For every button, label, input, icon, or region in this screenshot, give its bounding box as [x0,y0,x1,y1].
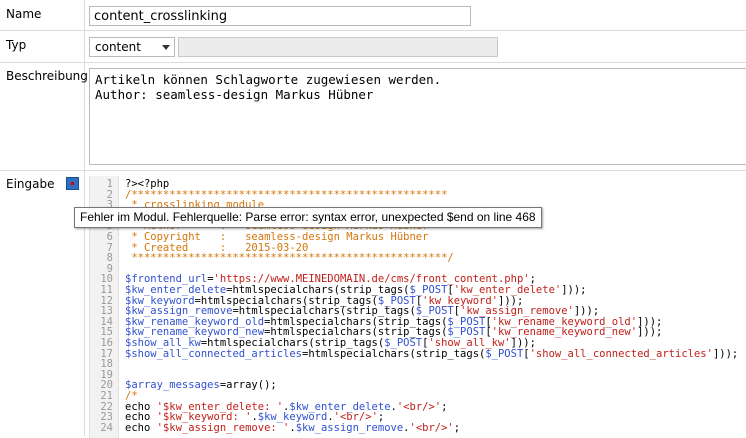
code-line: 20 $array_messages=array(); [90,380,746,391]
code-text: $show_all_connected_articles=htmlspecial… [125,347,739,360]
error-indicator-icon[interactable] [66,177,79,190]
code-text: $array_messages=array(); [125,379,277,392]
code-text: /* [125,390,138,402]
line-number: 1 [106,178,113,190]
typ-select[interactable]: content [89,37,175,57]
line-number: 16 [100,337,113,349]
row-divider [0,170,746,171]
typ-disabled-field [178,37,498,57]
line-number: 6 [106,231,113,243]
chevron-down-icon [162,45,170,50]
typ-selected-value: content [95,40,141,54]
line-number: 21 [100,390,113,402]
code-text: echo '$kw_assign_remove: '.$kw_assign_re… [125,421,461,434]
beschreibung-textarea[interactable]: Artikeln können Schlagworte zugewiesen w… [89,68,746,165]
code-text: ****************************************… [125,252,454,265]
line-number: 24 [100,421,113,434]
name-input[interactable]: content_crosslinking [89,6,471,26]
typ-label: Typ [6,38,27,52]
row-divider [0,62,746,63]
code-line: 18 [90,359,746,370]
error-tooltip: Fehler im Modul. Fehlerquelle: Parse err… [74,207,542,228]
code-line: 8 **************************************… [90,253,746,264]
row-divider [0,30,746,31]
line-number: 11 [100,284,113,296]
code-line: 24 echo '$kw_assign_remove: '.$kw_assign_… [90,421,746,434]
beschreibung-label: Beschreibung [6,69,88,83]
code-line: 17 $show_all_connected_articles=htmlspeci… [90,347,746,360]
label-column [0,0,85,436]
name-label: Name [6,7,42,21]
eingabe-label: Eingabe [6,177,55,191]
